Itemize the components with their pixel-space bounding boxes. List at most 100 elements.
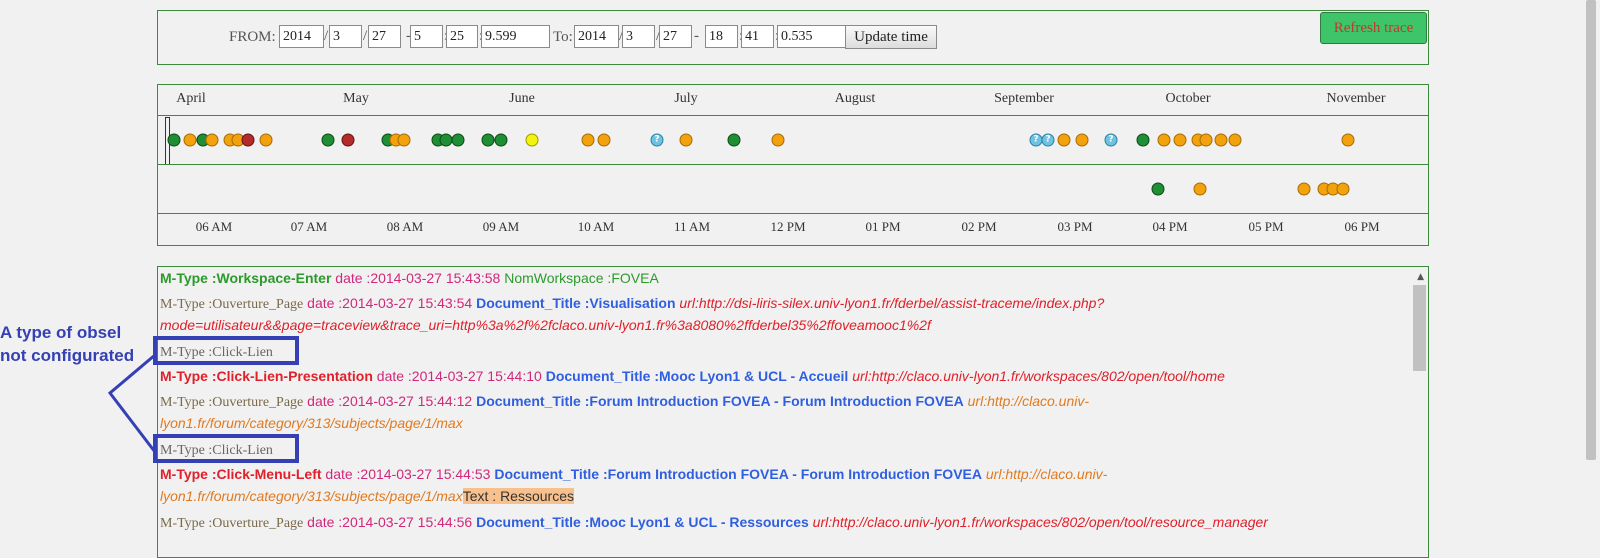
obsel-marker[interactable] [1157,133,1171,147]
log-entry[interactable]: M-Type :Ouverture_Page date :2014-03-27 … [160,511,1268,535]
to-label: To: [553,29,573,45]
log-document-title: Document_Title :Forum Introduction FOVEA… [494,466,982,482]
page-scrollbar[interactable] [1582,0,1600,545]
obsel-row-1[interactable]: ? ? ? ? [158,115,1428,165]
obsel-marker[interactable] [1193,182,1207,196]
obsel-marker[interactable] [1057,133,1071,147]
log-url[interactable]: :http://claco.univ-lyon1.fr/workspaces/8… [828,514,1268,530]
log-date: date :2014-03-27 15:44:53 [325,466,491,482]
obsel-marker[interactable] [397,133,411,147]
obsel-marker[interactable] [1297,182,1311,196]
from-day-input[interactable] [368,25,401,48]
obsel-marker[interactable] [679,133,693,147]
obsel-marker[interactable] [259,133,273,147]
obsel-marker[interactable] [167,133,181,147]
log-document-title: Document_Title :Mooc Lyon1 & UCL - Resso… [476,514,809,530]
obsel-marker[interactable] [1341,133,1355,147]
scroll-up-arrow-icon[interactable]: ▲ [1417,272,1424,282]
to-day-input[interactable] [659,25,692,48]
log-url[interactable]: :http://claco.univ- [983,393,1089,409]
log-entry-continuation: mode=utilisateur&&page=traceview&trace_u… [160,314,931,336]
log-url-continued[interactable]: lyon1.fr/forum/category/313/subjects/pag… [160,415,463,431]
to-minute-input[interactable] [741,25,774,48]
time-range-panel: FROM: / / - : : To: / / - : : Update tim… [157,10,1429,65]
from-month-input[interactable] [329,25,362,48]
log-url[interactable]: :http://dsi-liris-silex.univ-lyon1.fr/fd… [695,295,1104,311]
obsel-marker[interactable] [183,133,197,147]
help-obsel-icon[interactable]: ? [1041,133,1055,147]
log-entry[interactable]: M-Type :Click-Lien-Presentation date :20… [160,365,1225,387]
log-url[interactable]: :http://claco.univ-lyon1.fr/workspaces/8… [868,368,1225,384]
obsel-log-panel[interactable]: M-Type :Workspace-Enter date :2014-03-27… [157,266,1429,558]
help-obsel-icon[interactable]: ? [650,133,664,147]
log-date: date :2014-03-27 15:44:10 [376,368,542,384]
from-hour-input[interactable] [410,25,443,48]
month-label: September [994,91,1054,106]
log-url-continued[interactable]: mode=utilisateur&&page=traceview&trace_u… [160,317,931,333]
log-entry[interactable]: M-Type :Click-Menu-Left date :2014-03-27… [160,463,1107,485]
hour-label: 06 PM [1344,219,1380,234]
annotation-pointer [107,355,157,453]
log-mtype: M-Type :Ouverture_Page [160,516,304,531]
help-obsel-icon[interactable]: ? [1104,133,1118,147]
obsel-marker[interactable] [481,133,495,147]
hour-label: 05 PM [1248,219,1284,234]
to-month-input[interactable] [622,25,655,48]
obsel-marker[interactable] [727,133,741,147]
obsel-marker[interactable] [771,133,785,147]
obsel-marker[interactable] [451,133,465,147]
obsel-marker[interactable] [597,133,611,147]
obsel-marker[interactable] [321,133,335,147]
obsel-marker[interactable] [581,133,595,147]
page-scrollbar-thumb[interactable] [1586,0,1596,460]
obsel-marker[interactable] [1173,133,1187,147]
log-url-label: url [679,295,695,311]
refresh-trace-button[interactable]: Refresh trace [1320,12,1427,44]
hour-label: 01 PM [865,219,901,234]
obsel-marker[interactable] [1336,182,1350,196]
to-year-input[interactable] [574,25,619,48]
update-time-button[interactable]: Update time [845,25,937,49]
from-year-input[interactable] [279,25,324,48]
month-label: July [674,91,698,106]
log-document-title: Document_Title :Mooc Lyon1 & UCL - Accue… [545,368,849,384]
obsel-marker[interactable] [205,133,219,147]
log-document-title: Document_Title :Visualisation [476,295,676,311]
log-mtype: M-Type :Ouverture_Page [160,395,304,410]
month-label: November [1326,91,1386,106]
obsel-marker[interactable] [1214,133,1228,147]
obsel-marker[interactable] [1151,182,1165,196]
log-scrollbar-thumb[interactable] [1413,285,1426,371]
from-date-sep-1: / [324,28,329,44]
obsel-marker[interactable] [1075,133,1089,147]
obsel-marker[interactable] [241,133,255,147]
log-entry[interactable]: M-Type :Ouverture_Page date :2014-03-27 … [160,292,1104,316]
to-hour-input[interactable] [705,25,738,48]
hour-label: 11 AM [674,219,710,234]
annotation-box [153,336,299,365]
obsel-marker[interactable] [341,133,355,147]
log-workspace: NomWorkspace :FOVEA [504,270,659,286]
log-url[interactable]: :http://claco.univ- [1001,466,1107,482]
from-minute-input[interactable] [446,25,478,48]
hour-label: 08 AM [386,219,424,234]
hour-label: 09 AM [482,219,520,234]
month-label: May [343,91,369,106]
obsel-row-2[interactable] [158,164,1428,213]
hour-label: 07 AM [290,219,328,234]
to-second-input[interactable] [777,25,846,48]
obsel-marker[interactable] [1136,133,1150,147]
obsel-marker[interactable] [494,133,508,147]
log-mtype: M-Type :Ouverture_Page [160,297,304,312]
hour-label: 04 PM [1152,219,1188,234]
log-entry[interactable]: M-Type :Workspace-Enter date :2014-03-27… [160,267,659,289]
month-axis: April May June July August September Oct… [158,85,1428,115]
log-scrollbar[interactable]: ▲ [1411,267,1428,557]
from-second-input[interactable] [481,25,550,48]
obsel-marker[interactable] [1228,133,1242,147]
obsel-marker[interactable] [1199,133,1213,147]
log-url-continued[interactable]: lyon1.fr/forum/category/313/subjects/pag… [160,488,463,504]
obsel-marker[interactable] [525,133,539,147]
hour-label: 12 PM [770,219,806,234]
log-entry[interactable]: M-Type :Ouverture_Page date :2014-03-27 … [160,390,1089,414]
